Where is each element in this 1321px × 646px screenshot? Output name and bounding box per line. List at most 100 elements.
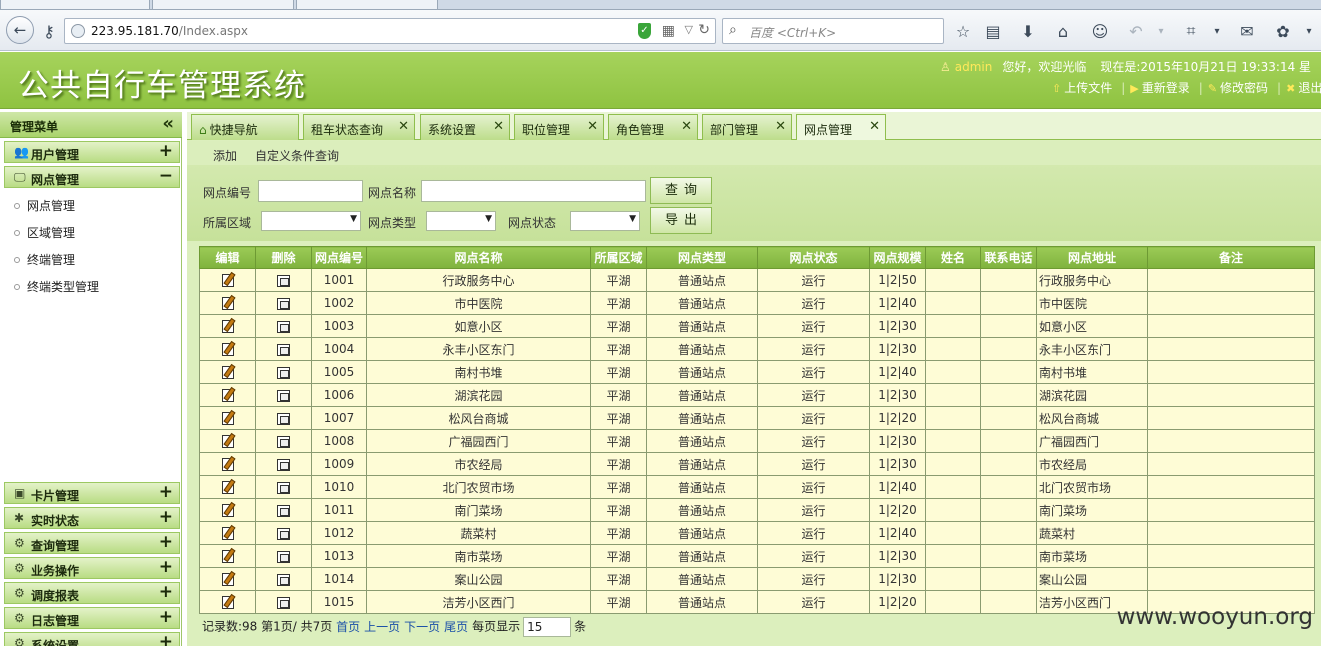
add-button[interactable]: 添加: [213, 147, 237, 164]
sidebar-section-dispatch-reports[interactable]: ⚙ 调度报表 +: [4, 582, 180, 604]
edit-icon[interactable]: [221, 274, 234, 287]
chevron-down-icon[interactable]: ▽: [685, 23, 693, 36]
last-page-link[interactable]: 尾页: [444, 620, 468, 634]
edit-icon[interactable]: [221, 481, 234, 494]
edit-icon[interactable]: [221, 596, 234, 609]
shield-icon[interactable]: ✓: [638, 23, 651, 39]
edit-icon[interactable]: [221, 573, 234, 586]
tab-site-management[interactable]: 网点管理 ✕: [796, 114, 886, 140]
expand-icon[interactable]: +: [159, 532, 173, 552]
tab-quick-nav[interactable]: ⌂ 快捷导航: [191, 114, 299, 140]
tab-rental-status[interactable]: 租车状态查询 ✕: [303, 114, 415, 140]
sidebar-item-site-management[interactable]: 网点管理: [14, 197, 75, 214]
sidebar-section-sites[interactable]: 🖵 网点管理 −: [4, 166, 180, 188]
delete-icon[interactable]: [277, 412, 290, 425]
home-icon[interactable]: ⌂: [1050, 18, 1076, 44]
query-button[interactable]: 查询: [650, 177, 712, 204]
sidebar-item-terminal-type-management[interactable]: 终端类型管理: [14, 278, 99, 295]
delete-icon[interactable]: [277, 389, 290, 402]
first-page-link[interactable]: 首页: [336, 620, 360, 634]
delete-icon[interactable]: [277, 297, 290, 310]
delete-icon[interactable]: [277, 458, 290, 471]
close-icon[interactable]: ✕: [681, 119, 692, 134]
close-icon[interactable]: ✕: [398, 119, 409, 134]
star-icon[interactable]: ☆: [950, 18, 976, 44]
expand-icon[interactable]: +: [159, 482, 173, 502]
expand-icon[interactable]: +: [159, 557, 173, 577]
undo-icon[interactable]: ↶: [1123, 18, 1149, 44]
edit-icon[interactable]: [221, 412, 234, 425]
upload-file-link[interactable]: ⇧ 上传文件: [1052, 81, 1112, 95]
delete-icon[interactable]: [277, 274, 290, 287]
sidebar-section-query[interactable]: ⚙ 查询管理 +: [4, 532, 180, 554]
chat-icon[interactable]: ☺: [1087, 18, 1113, 44]
sidebar-section-logs[interactable]: ⚙ 日志管理 +: [4, 607, 180, 629]
per-page-input[interactable]: 15: [523, 617, 572, 637]
tab-system-settings[interactable]: 系统设置 ✕: [420, 114, 510, 140]
reading-list-icon[interactable]: ▤: [980, 18, 1006, 44]
export-button[interactable]: 导出: [650, 207, 712, 234]
site-no-input[interactable]: [258, 180, 363, 202]
edit-icon[interactable]: [221, 458, 234, 471]
close-icon[interactable]: ✕: [493, 119, 504, 134]
sidebar-section-system-settings[interactable]: ⚙ 系统设置 +: [4, 632, 180, 646]
tab-role-management[interactable]: 角色管理 ✕: [608, 114, 698, 140]
edit-icon[interactable]: [221, 504, 234, 517]
browser-tab[interactable]: [152, 0, 294, 10]
crop-icon[interactable]: ⌗: [1178, 18, 1204, 44]
chevron-down-icon[interactable]: ▾: [1148, 18, 1174, 44]
sidebar-section-realtime[interactable]: ✱ 实时状态 +: [4, 507, 180, 529]
delete-icon[interactable]: [277, 504, 290, 517]
delete-icon[interactable]: [277, 435, 290, 448]
delete-icon[interactable]: [277, 596, 290, 609]
qr-code-icon[interactable]: ▦: [662, 23, 675, 39]
change-password-link[interactable]: ✎ 修改密码: [1208, 81, 1268, 95]
sidebar-section-cards[interactable]: ▣ 卡片管理 +: [4, 482, 180, 504]
tab-department-management[interactable]: 部门管理 ✕: [702, 114, 792, 140]
sidebar-item-area-management[interactable]: 区域管理: [14, 224, 75, 241]
edit-icon[interactable]: [221, 297, 234, 310]
browser-search-box[interactable]: ⌕ 百度 <Ctrl+K>: [722, 18, 944, 44]
delete-icon[interactable]: [277, 573, 290, 586]
next-page-link[interactable]: 下一页: [404, 620, 440, 634]
close-icon[interactable]: ✕: [587, 119, 598, 134]
relogin-link[interactable]: ▶ 重新登录: [1130, 81, 1189, 95]
status-select[interactable]: ▼: [570, 211, 640, 231]
tab-position-management[interactable]: 职位管理 ✕: [514, 114, 604, 140]
sidebar-item-terminal-management[interactable]: 终端管理: [14, 251, 75, 268]
chevron-down-icon[interactable]: ▾: [1204, 18, 1230, 44]
prev-page-link[interactable]: 上一页: [364, 620, 400, 634]
type-select[interactable]: ▼: [426, 211, 496, 231]
collapse-section-icon[interactable]: −: [159, 166, 173, 186]
close-icon[interactable]: ✕: [869, 119, 880, 134]
extension-icon[interactable]: ✿: [1270, 18, 1296, 44]
edit-icon[interactable]: [221, 527, 234, 540]
edit-icon[interactable]: [221, 320, 234, 333]
sidebar-section-operations[interactable]: ⚙ 业务操作 +: [4, 557, 180, 579]
edit-icon[interactable]: [221, 435, 234, 448]
delete-icon[interactable]: [277, 343, 290, 356]
download-icon[interactable]: ⬇: [1015, 18, 1041, 44]
delete-icon[interactable]: [277, 550, 290, 563]
browser-tab[interactable]: [296, 0, 438, 10]
comment-icon[interactable]: ✉: [1234, 18, 1260, 44]
delete-icon[interactable]: [277, 527, 290, 540]
close-icon[interactable]: ✕: [775, 119, 786, 134]
expand-icon[interactable]: +: [159, 507, 173, 527]
sidebar-section-users[interactable]: 👥 用户管理 +: [4, 141, 180, 163]
logout-link[interactable]: ✖ 退出: [1286, 81, 1321, 95]
address-bar[interactable]: 223.95.181.70/Index.aspx ✓ ▦ ▽ ↻: [64, 18, 716, 44]
reload-icon[interactable]: ↻: [698, 22, 710, 38]
expand-icon[interactable]: +: [159, 141, 173, 161]
expand-icon[interactable]: +: [159, 607, 173, 627]
edit-icon[interactable]: [221, 389, 234, 402]
back-button[interactable]: ←: [6, 16, 34, 44]
edit-icon[interactable]: [221, 343, 234, 356]
custom-query-button[interactable]: 自定义条件查询: [255, 147, 339, 164]
key-icon[interactable]: ⚷: [36, 18, 62, 44]
expand-icon[interactable]: +: [159, 632, 173, 646]
delete-icon[interactable]: [277, 481, 290, 494]
collapse-icon[interactable]: «: [162, 113, 174, 134]
area-select[interactable]: ▼: [261, 211, 361, 231]
chevron-down-icon[interactable]: ▾: [1296, 18, 1321, 44]
